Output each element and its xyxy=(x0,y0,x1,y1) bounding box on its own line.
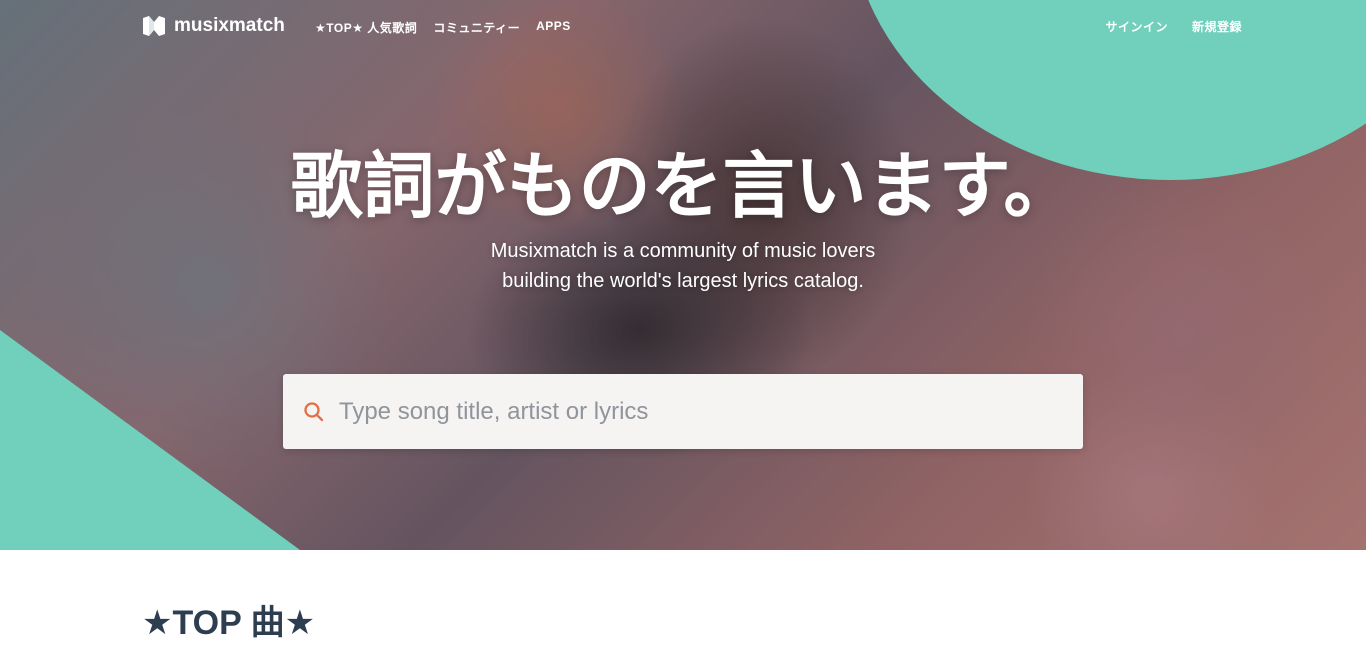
hero-subheadline-line-2: building the world's largest lyrics cata… xyxy=(502,270,864,292)
musixmatch-logo-icon xyxy=(143,16,165,36)
brand-logo[interactable]: musixmatch xyxy=(142,15,285,37)
search-bar[interactable] xyxy=(283,374,1083,449)
top-songs-heading: ★TOP 曲★ xyxy=(142,604,316,642)
search-input[interactable] xyxy=(339,374,1083,449)
hero-section: musixmatch ★TOP★ 人気歌詞 コミュニティー APPS サインイン… xyxy=(0,0,1366,550)
nav-community-link[interactable]: コミュニティー xyxy=(433,19,520,36)
sign-up-link[interactable]: 新規登録 xyxy=(1192,18,1242,35)
hero-subheadline-line-1: Musixmatch is a community of music lover… xyxy=(490,240,876,262)
primary-links: ★TOP★ 人気歌詞 コミュニティー APPS xyxy=(315,19,571,36)
search-icon xyxy=(304,401,324,421)
hero-headline: 歌詞がものを言います。 xyxy=(290,147,1076,227)
auth-links: サインイン 新規登録 xyxy=(1105,18,1242,35)
sign-in-link[interactable]: サインイン xyxy=(1105,18,1168,35)
hero-subheadline: Musixmatch is a community of music lover… xyxy=(0,236,1366,296)
nav-top-lyrics-link[interactable]: ★TOP★ 人気歌詞 xyxy=(315,19,417,36)
brand-name: musixmatch xyxy=(174,15,285,36)
top-navigation: musixmatch ★TOP★ 人気歌詞 コミュニティー APPS サインイン… xyxy=(0,0,1366,54)
nav-apps-link[interactable]: APPS xyxy=(536,19,571,36)
